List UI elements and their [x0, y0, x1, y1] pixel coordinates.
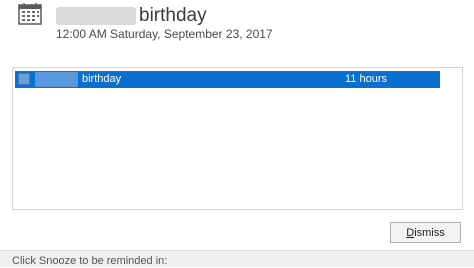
reminder-datetime: 12:00 AM Saturday, September 23, 2017 — [56, 27, 273, 41]
dismiss-label: ismiss — [414, 226, 445, 239]
calendar-icon — [18, 3, 42, 25]
reminder-title: birthday — [139, 5, 207, 26]
reminder-title-row: birthday — [56, 4, 207, 28]
reminder-subject: birthday — [82, 73, 122, 85]
redacted-name — [35, 72, 78, 87]
dismiss-accelerator: D — [406, 226, 415, 239]
list-item[interactable]: birthday 11 hours — [15, 71, 440, 88]
dismiss-button[interactable]: Dismiss — [390, 222, 461, 243]
redacted-name — [56, 7, 136, 25]
snooze-prompt: Click Snooze to be reminded in: — [12, 255, 168, 267]
reminder-list[interactable]: birthday 11 hours — [12, 67, 463, 210]
appointment-icon — [18, 73, 30, 85]
reminder-header: birthday 12:00 AM Saturday, September 23… — [0, 0, 474, 60]
reminder-due-in: 11 hours — [345, 73, 387, 85]
